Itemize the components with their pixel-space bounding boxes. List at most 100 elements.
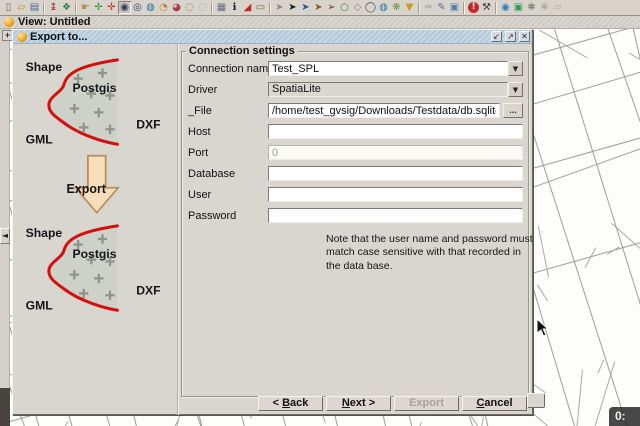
gvsig-icon [17, 31, 27, 42]
select-rectangle-icon[interactable]: ➢ [325, 1, 338, 14]
format-diagram-panel: Shape Postgis GML DXF Export Shape Postg… [13, 44, 178, 415]
format-diagram-bottom: Shape Postgis GML DXF [26, 224, 161, 312]
zoom-out-icon[interactable]: ◎ [131, 1, 144, 14]
driver-field: SpatiaLite ▼ [268, 82, 523, 97]
pan-icon[interactable]: ☛ [79, 1, 92, 14]
password-field [268, 208, 523, 223]
field-label: Port [188, 146, 209, 159]
connection-name-dropdown-icon[interactable]: ▼ [508, 61, 523, 76]
toolbar-separator [43, 1, 45, 14]
minimize-icon[interactable]: ↙ [491, 31, 502, 42]
toolbar-separator [211, 1, 213, 14]
zoom-layer-icon[interactable]: ◍ [144, 1, 157, 14]
plugins-icon[interactable]: ✱ [538, 1, 551, 14]
selection-tools-icon[interactable]: ➤ [273, 1, 286, 14]
cancel-button[interactable]: Cancel [462, 396, 527, 411]
select-brush-icon[interactable]: ❋ [390, 1, 403, 14]
export-dialog: Export to... ↙ ↗ ✕ Shape Postgis GML DXF… [12, 29, 533, 415]
export-button[interactable]: Export [394, 396, 459, 411]
save-icon[interactable]: ▤ [28, 1, 41, 14]
export-arrow: Export [67, 154, 121, 215]
connection-settings-panel: Connection settings Connection name▼Driv… [178, 44, 533, 415]
toolbar-separator [418, 1, 420, 14]
map-dark-region [0, 388, 10, 426]
add-layer-icon[interactable]: ❖ [60, 1, 73, 14]
next-button[interactable]: Next > [326, 396, 391, 411]
field-label: Driver [188, 83, 218, 96]
error-log-icon[interactable]: ! [468, 2, 479, 13]
connection-name-input[interactable] [268, 61, 508, 76]
info-icon[interactable]: ℹ [228, 1, 241, 14]
label-gml: GML [26, 298, 54, 312]
host-input[interactable] [268, 124, 523, 139]
map-corner-button[interactable] [527, 393, 545, 408]
new-document-icon[interactable]: ▯ [2, 1, 15, 14]
label-dxf: DXF [136, 283, 160, 297]
zoom-extent-icon[interactable]: ✛ [92, 1, 105, 14]
panel-collapse-button[interactable]: ◄ [0, 228, 10, 244]
form-row-database: Database [188, 163, 523, 184]
send-icon[interactable]: ▱ [551, 1, 564, 14]
maximize-icon[interactable]: ↗ [505, 31, 516, 42]
form-row-file: _File... [188, 100, 523, 121]
zoom-previous-icon[interactable]: ◌ [183, 1, 196, 14]
driver-dropdown-icon[interactable]: ▼ [508, 82, 523, 97]
zoom-in-icon[interactable]: ◉ [118, 1, 131, 14]
field-label: Host [188, 125, 211, 138]
file-browse-button[interactable]: ... [503, 103, 523, 118]
open-project-icon[interactable]: ▱ [15, 1, 28, 14]
hyperlink-icon[interactable]: ✑ [422, 1, 435, 14]
edit-icon[interactable]: ✎ [435, 1, 448, 14]
database-field [268, 166, 523, 181]
user-input[interactable] [268, 187, 523, 202]
measure-area-icon[interactable]: ◢ [241, 1, 254, 14]
tools-icon[interactable]: ⚒ [480, 1, 493, 14]
form-row-password: Password [188, 205, 523, 226]
add-event-layer-icon[interactable]: ↨ [47, 1, 60, 14]
dialog-title: Export to... [30, 30, 88, 43]
attribute-table-icon[interactable]: ▦ [215, 1, 228, 14]
field-label: Connection name [188, 62, 275, 75]
measure-distance-icon[interactable]: ▭ [254, 1, 267, 14]
settings-icon[interactable]: ✱ [525, 1, 538, 14]
driver-combo[interactable]: SpatiaLite [268, 82, 508, 97]
select-map-icon[interactable]: ◍ [377, 1, 390, 14]
credentials-note: Note that the user name and password mus… [326, 233, 533, 272]
database-input[interactable] [268, 166, 523, 181]
zoom-redraw-icon[interactable]: ✛ [105, 1, 118, 14]
field-label: Password [188, 209, 237, 222]
label-export: Export [67, 182, 106, 196]
file-field: ... [268, 103, 523, 118]
dialog-titlebar[interactable]: Export to... ↙ ↗ ✕ [13, 30, 532, 44]
select-layer-icon[interactable]: ➤ [312, 1, 325, 14]
label-postgis: Postgis [73, 81, 117, 95]
zoom-next-icon[interactable]: ◌ [196, 1, 209, 14]
select-polygon-icon[interactable]: ◇ [351, 1, 364, 14]
select-buffer-icon[interactable]: ◯ [364, 1, 377, 14]
port-input[interactable] [268, 145, 523, 160]
select-add-icon[interactable]: ➤ [299, 1, 312, 14]
format-diagram-top: Shape Postgis GML DXF [26, 58, 161, 146]
toolbar-separator [269, 1, 271, 14]
filter-icon[interactable]: ▼ [403, 1, 416, 14]
close-icon[interactable]: ✕ [519, 31, 530, 42]
select-circle-icon[interactable]: ○ [338, 1, 351, 14]
zoom-selection-icon[interactable]: ◔ [157, 1, 170, 14]
form-row-host: Host [188, 121, 523, 142]
label-shape: Shape [26, 60, 63, 74]
password-input[interactable] [268, 208, 523, 223]
form-rows: Connection name ▼ Driver SpatiaLite▼ _File..… [188, 58, 523, 226]
form-row-user: User [188, 184, 523, 205]
view-title: View: Untitled [18, 16, 91, 28]
select-icon[interactable]: ➤ [286, 1, 299, 14]
main-toolbar: ▯ ▱ ▤ ↨ ❖ ☛ ✛ ✛ ◉ ◎ ◍ ◔ ◕ ◌ ◌ ▦ ℹ ◢ ▭ ➤ ➤ ➤ ➤ ➢ ○ ◇ ◯ ◍ ❋ ▼ ✑ ✎ ▣! ⚒ ◉ ▣ ✱ ✱ ▱ [0, 0, 640, 16]
label-shape: Shape [26, 226, 63, 240]
zoom-pixel-icon[interactable]: ◕ [170, 1, 183, 14]
screen-icon[interactable]: ▣ [512, 1, 525, 14]
web-globe-icon[interactable]: ◉ [499, 1, 512, 14]
view-titlebar: View: Untitled [0, 16, 640, 29]
file-input[interactable] [268, 103, 500, 118]
overview-window-icon[interactable]: ▣ [448, 1, 461, 14]
back-button[interactable]: < Back [258, 396, 323, 411]
wizard-buttons: < Back Next > Export Cancel [258, 396, 527, 411]
